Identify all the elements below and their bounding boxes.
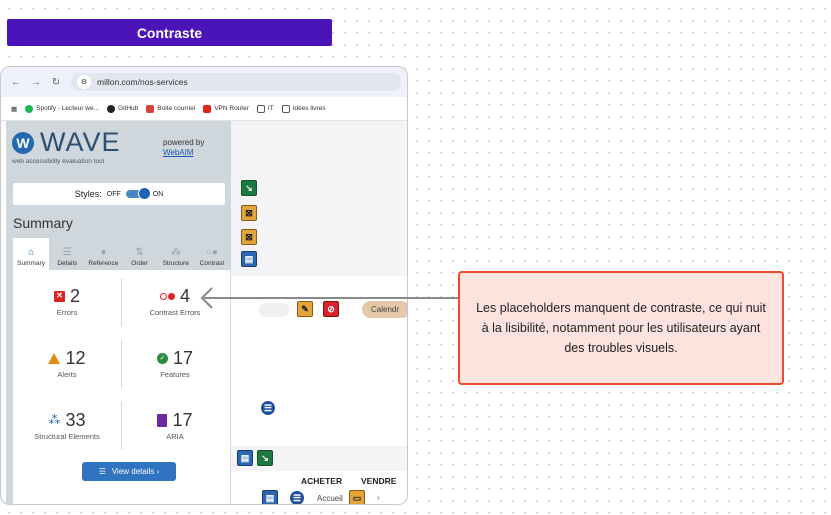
tab-order[interactable]: ⇅ Order xyxy=(122,238,158,270)
wave-sidebar: W WAVE web accessibility evaluation tool… xyxy=(6,121,231,504)
wave-alert-marker-icon[interactable]: ▭ xyxy=(349,490,365,504)
errors-count: 2 xyxy=(69,286,80,306)
nav-acheter[interactable]: ACHETER xyxy=(301,476,342,486)
powered-by-label: powered by xyxy=(163,138,205,147)
reload-icon[interactable]: ↻ xyxy=(51,77,61,88)
wave-structure-marker-icon[interactable]: ▤ xyxy=(262,490,278,504)
stats-divider xyxy=(121,340,122,388)
stat-features[interactable]: ✓ 17 Features xyxy=(123,334,227,394)
stats-divider xyxy=(121,278,122,326)
order-icon: ⇅ xyxy=(135,247,144,258)
breadcrumb-separator: › xyxy=(377,493,380,502)
summary-heading: Summary xyxy=(13,215,73,231)
github-icon xyxy=(107,104,116,113)
forward-icon[interactable]: → xyxy=(31,77,41,88)
page-content: ↘ ⊠ ⊠ ▤ ✎ ⊘ Calendr ☰ ACHETER VENDRE ▤ ↘… xyxy=(231,121,407,504)
bookmark-spotify[interactable]: Spotify - Lecteur we... xyxy=(25,104,99,113)
bookmark-github[interactable]: GitHub xyxy=(107,104,138,113)
wave-alert-marker-icon[interactable]: ⊠ xyxy=(241,229,257,245)
apps-icon[interactable]: ▦ xyxy=(11,105,17,113)
stat-errors[interactable]: ✕ 2 Errors xyxy=(15,272,119,332)
tab-summary[interactable]: ⌂ Summary xyxy=(13,238,50,270)
styles-label: Styles: xyxy=(74,189,102,199)
wave-alert-marker-icon[interactable]: ⊠ xyxy=(241,205,257,221)
site-settings-icon[interactable]: ⚙ xyxy=(77,75,91,89)
errors-label: Errors xyxy=(56,308,78,317)
list-icon: ☰ xyxy=(98,467,106,476)
contrast-errors-count: 4 xyxy=(179,286,190,306)
structural-label: Structural Elements xyxy=(34,432,100,441)
view-details-button[interactable]: ☰ View details › xyxy=(82,462,176,481)
folder-icon xyxy=(281,104,290,113)
annotation-callout: Les placeholders manquent de contraste, … xyxy=(458,271,784,385)
address-bar-row: ← → ↻ ⚙ millon.com/nos-services xyxy=(1,67,407,97)
tab-contrast[interactable]: ○● Contrast xyxy=(194,238,230,270)
styles-on-label: ON xyxy=(152,190,164,198)
aria-label: ARIA xyxy=(166,432,184,441)
webaim-link[interactable]: WebAIM xyxy=(163,148,194,157)
wave-structure-marker-icon[interactable]: ▤ xyxy=(237,450,253,466)
wave-feature-marker-icon[interactable]: ↘ xyxy=(241,180,257,196)
nav-vendre[interactable]: VENDRE xyxy=(361,476,396,486)
gmail-icon xyxy=(146,104,155,113)
powered-by: powered by WebAIM xyxy=(163,138,204,157)
wave-feature-marker-icon[interactable]: ↘ xyxy=(257,450,273,466)
pointer-arrow-icon xyxy=(200,287,462,309)
wave-header: W WAVE web accessibility evaluation tool… xyxy=(6,121,231,179)
contrast-errors-label: Contrast Errors xyxy=(149,308,201,317)
error-icon: ✕ xyxy=(53,290,65,302)
tab-details[interactable]: ☰ Details xyxy=(49,238,85,270)
structure-icon: ⁂ xyxy=(170,247,181,258)
url-text: millon.com/nos-services xyxy=(97,77,188,87)
wave-tabs: ⌂ Summary ☰ Details ● Reference ⇅ Order ⁂ Str… xyxy=(13,238,230,270)
styles-off-label: OFF xyxy=(106,190,121,198)
feature-icon: ✓ xyxy=(156,352,168,364)
info-icon: ● xyxy=(100,247,107,258)
url-field[interactable]: ⚙ millon.com/nos-services xyxy=(71,73,401,91)
wave-logo-text: WAVE xyxy=(40,127,121,157)
aria-icon xyxy=(157,413,168,427)
wave-aria-marker-icon[interactable]: ☰ xyxy=(260,400,276,416)
tab-reference[interactable]: ● Reference xyxy=(85,238,121,270)
section-banner: Contraste xyxy=(7,19,332,46)
bookmark-idees[interactable]: Idées livres xyxy=(281,104,326,113)
page-header-band xyxy=(231,121,407,276)
styles-toggle[interactable] xyxy=(125,187,151,200)
stat-structural[interactable]: ⁂ 33 Structural Elements xyxy=(15,396,119,456)
stat-aria[interactable]: 17 ARIA xyxy=(123,396,227,456)
bookmark-gmail[interactable]: Boite courriel xyxy=(146,104,195,113)
router-icon xyxy=(203,104,212,113)
alert-icon xyxy=(48,352,61,364)
structure-icon: ⁂ xyxy=(48,413,61,427)
bookmark-it[interactable]: IT xyxy=(256,104,274,113)
features-label: Features xyxy=(160,370,190,379)
features-count: 17 xyxy=(172,348,194,368)
view-details-label: View details › xyxy=(111,467,160,476)
styles-toggle-row: Styles: OFF ON xyxy=(13,183,225,205)
contrast-error-icon xyxy=(159,292,175,300)
alerts-label: Alerts xyxy=(57,370,77,379)
spotify-icon xyxy=(25,104,34,113)
alerts-count: 12 xyxy=(65,348,86,368)
stats-divider xyxy=(121,402,122,450)
toggle-knob xyxy=(137,187,151,200)
structural-count: 33 xyxy=(65,410,86,430)
folder-icon xyxy=(256,104,265,113)
contrast-icon: ○● xyxy=(205,247,218,258)
wave-structure-marker-icon[interactable]: ▤ xyxy=(241,251,257,267)
aria-count: 17 xyxy=(172,410,193,430)
wave-aria-marker-icon[interactable]: ☰ xyxy=(289,490,305,504)
bookmarks-bar: ▦ Spotify - Lecteur we... GitHub Boite c… xyxy=(1,97,407,121)
bookmark-vpn[interactable]: VPN Router xyxy=(203,104,249,113)
wave-subtitle: web accessibility evaluation tool xyxy=(12,158,105,165)
callout-text: Les placeholders manquent de contraste, … xyxy=(476,301,766,355)
list-icon: ☰ xyxy=(62,247,72,258)
wave-logo-icon: W xyxy=(12,131,34,154)
stat-alerts[interactable]: 12 Alerts xyxy=(15,334,119,394)
back-icon[interactable]: ← xyxy=(11,77,21,88)
home-icon: ⌂ xyxy=(28,247,35,258)
tab-structure[interactable]: ⁂ Structure xyxy=(158,238,194,270)
breadcrumb-home[interactable]: Accueil xyxy=(317,494,343,503)
